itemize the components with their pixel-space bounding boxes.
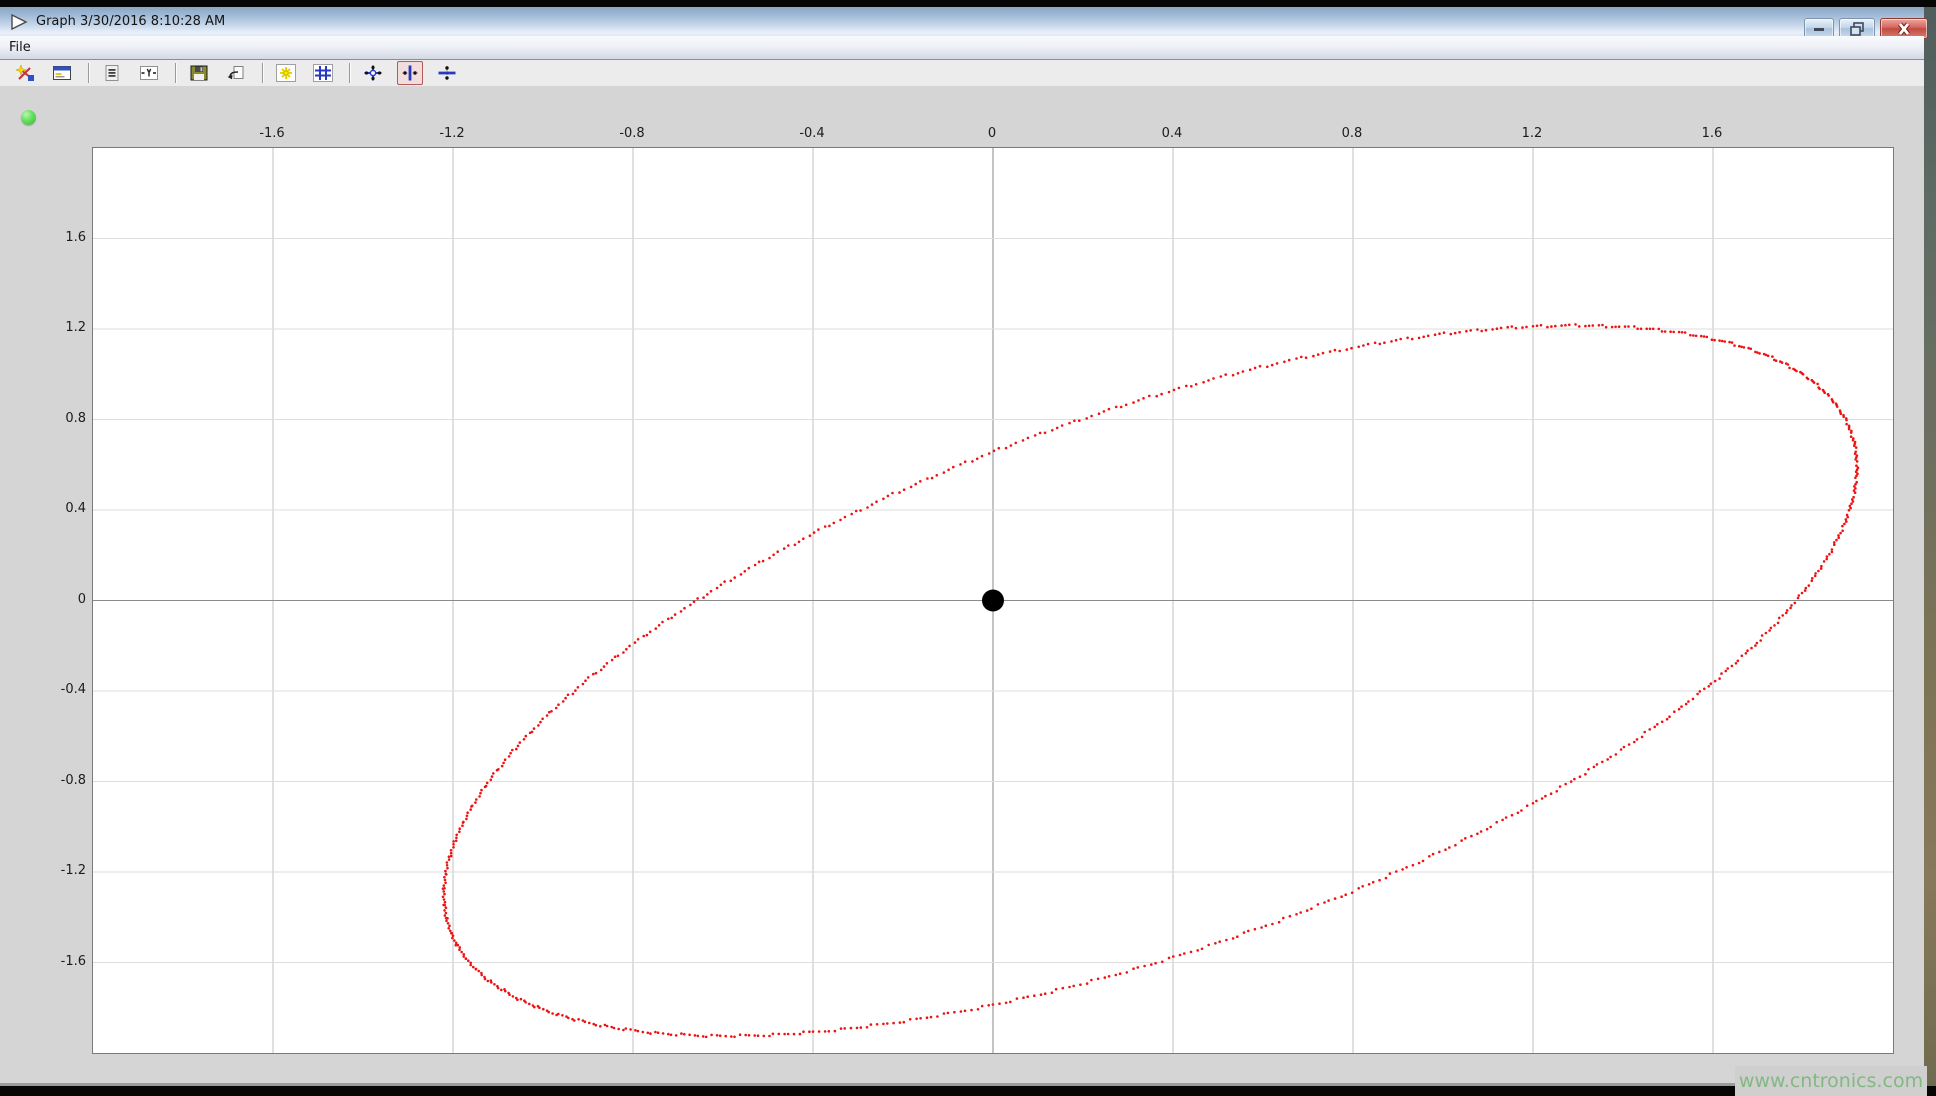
toolbar-separator — [262, 63, 264, 83]
new-analysis-icon — [15, 64, 35, 82]
x-tick-label: 1.6 — [1672, 126, 1752, 141]
window-top-border — [0, 0, 1936, 7]
pan-crosshair-button[interactable] — [360, 61, 386, 85]
watermark: www.cntronics.com — [1735, 1066, 1927, 1096]
y-tick-label: 0.4 — [8, 501, 86, 517]
x-tick-label: 0.4 — [1132, 126, 1212, 141]
restore-icon — [1848, 21, 1866, 37]
window-properties-icon — [52, 64, 72, 82]
xy-graph — [93, 148, 1893, 1053]
x-axis-tick-labels: -1.6 -1.2 -0.8 -0.4 0 0.4 0.8 1.2 1.6 — [0, 86, 1924, 146]
pan-crosshair-icon — [363, 64, 383, 82]
plot-area[interactable] — [92, 147, 1894, 1054]
export-icon — [226, 64, 246, 82]
x-tick-label: -0.4 — [772, 126, 852, 141]
grid-icon — [313, 64, 333, 82]
y-tick-label: 0 — [8, 592, 86, 608]
y-tick-label: 0.8 — [8, 411, 86, 427]
screenshot-root: Graph 3/30/2016 8:10:28 AM — [0, 0, 1936, 1096]
toolbar-separator — [349, 63, 351, 83]
new-analysis-button[interactable] — [12, 61, 38, 85]
vertical-cursor-icon — [400, 64, 420, 82]
menu-bar: File — [0, 36, 1924, 60]
horizontal-cursor-button[interactable] — [434, 61, 460, 85]
x-tick-label: -1.6 — [232, 126, 312, 141]
labview-arrow-icon — [9, 13, 29, 31]
graph-client-area: -1.6 -1.2 -0.8 -0.4 0 0.4 0.8 1.2 1.6 1.6 1.2 0.8 0… — [0, 86, 1924, 1084]
horizontal-cursor-icon — [437, 64, 457, 82]
cursor-display-button[interactable] — [136, 61, 162, 85]
x-tick-label: -1.2 — [412, 126, 492, 141]
y-tick-label: -1.6 — [8, 954, 86, 970]
snap-points-button[interactable] — [273, 61, 299, 85]
y-tick-label: -0.8 — [8, 773, 86, 789]
title-bar[interactable]: Graph 3/30/2016 8:10:28 AM — [0, 7, 1924, 36]
screenshot-bottom-edge — [0, 1086, 1936, 1096]
toolbar — [0, 60, 1924, 86]
desktop-background-strip — [1922, 0, 1936, 1096]
y-tick-label: 1.2 — [8, 320, 86, 336]
snap-points-icon — [276, 64, 296, 82]
save-icon — [189, 64, 209, 82]
y-tick-label: -0.4 — [8, 682, 86, 698]
window-properties-button[interactable] — [49, 61, 75, 85]
watermark-text: www.cntronics.com — [1739, 1070, 1923, 1092]
x-tick-label: 0 — [952, 126, 1032, 141]
toolbar-separator — [175, 63, 177, 83]
window-title: Graph 3/30/2016 8:10:28 AM — [36, 14, 225, 29]
x-tick-label: -0.8 — [592, 126, 672, 141]
toolbar-separator — [88, 63, 90, 83]
y-tick-label: -1.2 — [8, 863, 86, 879]
x-tick-label: 0.8 — [1312, 126, 1392, 141]
minimize-icon — [1811, 22, 1827, 36]
close-icon — [1894, 21, 1914, 37]
report-list-icon — [102, 64, 122, 82]
save-button[interactable] — [186, 61, 212, 85]
grid-button[interactable] — [310, 61, 336, 85]
vertical-cursor-button[interactable] — [397, 61, 423, 85]
y-tick-label: 1.6 — [8, 230, 86, 246]
export-button[interactable] — [223, 61, 249, 85]
x-tick-label: 1.2 — [1492, 126, 1572, 141]
menu-file[interactable]: File — [0, 38, 40, 57]
cursor-display-icon — [139, 64, 159, 82]
y-axis-tick-labels: 1.6 1.2 0.8 0.4 0 -0.4 -0.8 -1.2 -1.6 — [0, 86, 90, 1084]
report-list-button[interactable] — [99, 61, 125, 85]
